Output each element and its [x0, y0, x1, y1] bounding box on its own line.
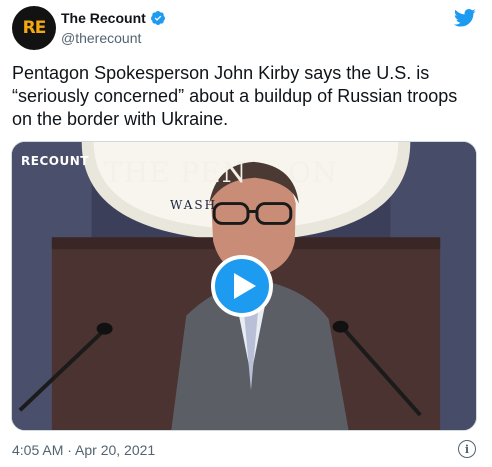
info-icon[interactable]: i: [458, 440, 476, 458]
backdrop-seal-text-end: ON: [288, 156, 338, 189]
play-icon: [234, 273, 256, 299]
backdrop-seal-text: THE PEN: [104, 156, 248, 189]
timestamp[interactable]: 4:05 AM · Apr 20, 2021: [12, 442, 155, 458]
backdrop-seal-subtext: WASH: [170, 198, 218, 212]
avatar[interactable]: RE: [12, 6, 56, 50]
name-row: The Recount: [61, 9, 166, 27]
twitter-bird-icon[interactable]: [454, 8, 476, 28]
video-player[interactable]: RECOUNT THE PEN ON WASH: [11, 141, 477, 431]
tweet-text: Pentagon Spokesperson John Kirby says th…: [12, 63, 458, 129]
tweet-header: RE The Recount @therecount: [12, 6, 480, 50]
play-button[interactable]: [211, 255, 273, 317]
recount-watermark: RECOUNT: [21, 154, 89, 168]
display-name[interactable]: The Recount: [61, 10, 146, 26]
author-names: The Recount @therecount: [61, 9, 166, 46]
avatar-logo-text: RE: [22, 18, 47, 38]
verified-badge-icon: [150, 11, 165, 25]
handle[interactable]: @therecount: [61, 30, 166, 46]
tweet-footer: 4:05 AM · Apr 20, 2021 i: [12, 440, 480, 460]
tweet-card[interactable]: RE The Recount @therecount Pentagon Spok…: [0, 0, 492, 467]
